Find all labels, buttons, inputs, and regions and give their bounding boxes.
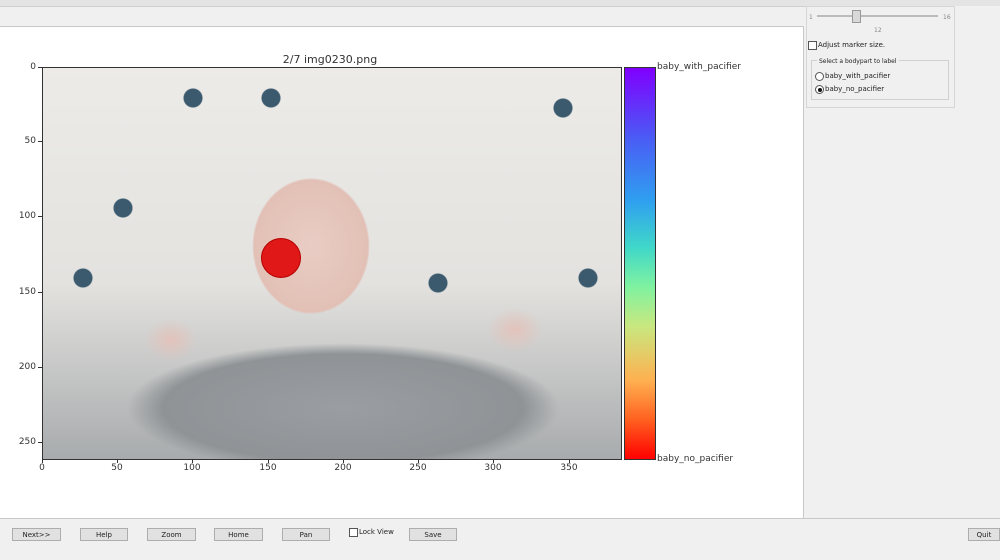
y-tick-mark	[38, 367, 42, 368]
slider-thumb[interactable]	[852, 10, 861, 23]
next-button[interactable]: Next>>	[12, 528, 61, 541]
labeling-image[interactable]	[42, 67, 622, 460]
radio-label-baby-with-pacifier: baby_with_pacifier	[825, 72, 891, 80]
label-marker[interactable]	[261, 238, 301, 278]
home-button[interactable]: Home	[214, 528, 263, 541]
radio-baby-no-pacifier[interactable]	[815, 85, 824, 94]
x-tick-label: 0	[39, 463, 45, 473]
adjust-marker-size-checkbox[interactable]	[808, 41, 817, 50]
x-tick-label: 300	[484, 463, 502, 473]
radio-label-baby-no-pacifier: baby_no_pacifier	[825, 85, 885, 93]
radio-baby-with-pacifier[interactable]	[815, 72, 824, 81]
marker-size-slider[interactable]	[817, 15, 938, 17]
x-tick-label: 100	[183, 463, 201, 473]
slider-max-label: 16	[943, 14, 951, 21]
help-button[interactable]: Help	[80, 528, 128, 541]
colorbar	[624, 67, 656, 460]
y-tick-label: 0	[30, 62, 36, 72]
y-tick-label: 150	[18, 287, 36, 297]
bodypart-group-title: Select a bodypart to label	[817, 58, 899, 65]
y-tick-label: 50	[24, 136, 36, 146]
lock-view-label: Lock View	[359, 528, 394, 536]
x-tick-label: 50	[111, 463, 123, 473]
y-tick-mark	[38, 292, 42, 293]
x-tick-label: 200	[334, 463, 352, 473]
slider-min-label: 1	[809, 14, 813, 21]
y-tick-mark	[38, 67, 42, 68]
lock-view-checkbox[interactable]	[349, 528, 358, 537]
y-tick-mark	[38, 216, 42, 217]
x-tick-label: 250	[409, 463, 427, 473]
y-tick-label: 200	[18, 362, 36, 372]
colorbar-bottom-label: baby_no_pacifier	[657, 454, 734, 464]
slider-value-label: 12	[874, 27, 882, 34]
pan-button[interactable]: Pan	[282, 528, 330, 541]
plot-title: 2/7 img0230.png	[282, 53, 378, 66]
x-tick-label: 350	[560, 463, 578, 473]
y-tick-mark	[38, 141, 42, 142]
zoom-button[interactable]: Zoom	[147, 528, 196, 541]
y-tick-mark	[38, 442, 42, 443]
adjust-marker-size-label: Adjust marker size.	[818, 41, 886, 49]
quit-button[interactable]: Quit	[968, 528, 1000, 541]
y-tick-label: 250	[18, 437, 36, 447]
x-tick-label: 150	[259, 463, 277, 473]
save-button[interactable]: Save	[409, 528, 457, 541]
colorbar-top-label: baby_with_pacifier	[657, 62, 741, 72]
bodypart-group	[811, 60, 949, 100]
y-tick-label: 100	[18, 211, 36, 221]
